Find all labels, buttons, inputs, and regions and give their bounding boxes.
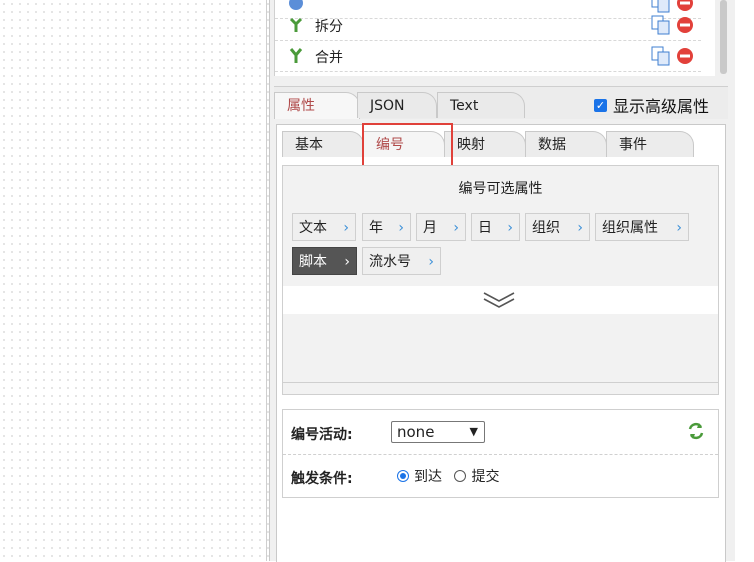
activity-label: 编号活动:: [291, 427, 353, 443]
chevron-right-icon: ›: [577, 220, 583, 236]
tab-json[interactable]: JSON: [357, 92, 437, 118]
list-item-label: 拆分: [315, 19, 343, 35]
expand-bar[interactable]: [283, 286, 718, 314]
numbering-segment-panel: 编号可选属性 文本 › 年 › 月 › 日 › 组织 › 组织属性 › 脚本 › 流水号 ›: [282, 165, 719, 395]
refresh-icon[interactable]: [687, 422, 705, 440]
list-item-merge[interactable]: 合并: [275, 41, 701, 72]
delete-icon[interactable]: [675, 46, 695, 66]
advanced-label: 显示高级属性: [613, 97, 710, 116]
split-icon: [289, 17, 303, 32]
trigger-label: 触发条件:: [291, 471, 353, 487]
tab-events[interactable]: 事件: [606, 131, 694, 157]
list-item-label: 合并: [315, 50, 343, 66]
chevron-right-icon: ›: [507, 220, 513, 236]
chevron-right-icon: ›: [428, 254, 434, 270]
segment-chip-org[interactable]: 组织 ›: [525, 213, 590, 241]
segment-title: 编号可选属性: [458, 181, 543, 197]
checkbox-checked-icon[interactable]: ✓: [594, 98, 607, 112]
trigger-option-submit[interactable]: 提交: [454, 469, 499, 485]
divider: [283, 382, 718, 383]
segment-chip-text[interactable]: 文本 ›: [292, 213, 356, 241]
merge-icon: [289, 48, 303, 63]
chevron-down-icon: ▼: [469, 425, 478, 438]
delete-icon[interactable]: [675, 15, 695, 35]
form-row-activity: 编号活动: none ▼: [283, 410, 718, 455]
chevron-right-icon: ›: [676, 220, 682, 236]
segment-chip-day[interactable]: 日 ›: [471, 213, 520, 241]
chevron-right-icon: ›: [343, 220, 349, 236]
copy-icon[interactable]: [650, 15, 672, 35]
segment-chip-org-attr[interactable]: 组织属性 ›: [595, 213, 689, 241]
list-item-split[interactable]: 拆分: [275, 10, 701, 41]
tab-data[interactable]: 数据: [525, 131, 607, 157]
double-chevron-down-icon[interactable]: [483, 290, 515, 310]
list-scrollbar[interactable]: [720, 0, 727, 74]
advanced-toggle[interactable]: ✓ 显示高级属性: [594, 93, 709, 117]
radio-selected-icon[interactable]: [397, 470, 409, 482]
tab-text[interactable]: Text: [437, 92, 525, 118]
node-list: 拆分 合并: [274, 0, 715, 76]
segment-chip-year[interactable]: 年 ›: [362, 213, 411, 241]
canvas-divider: [266, 0, 267, 561]
chevron-right-icon: ›: [453, 220, 459, 236]
tab-basic[interactable]: 基本: [282, 131, 364, 157]
right-strip: [735, 0, 754, 561]
segment-chip-month[interactable]: 月 ›: [416, 213, 466, 241]
radio-icon[interactable]: [454, 470, 467, 482]
activity-select[interactable]: none ▼: [391, 421, 485, 443]
chevron-right-icon: ›: [344, 254, 350, 270]
numbering-form: 编号活动: none ▼ 触发条件: 到达 提交: [282, 409, 719, 498]
tab-properties[interactable]: 属性: [274, 92, 360, 119]
segment-chip-serial[interactable]: 流水号 ›: [362, 247, 441, 275]
chevron-right-icon: ›: [398, 220, 404, 236]
segment-chip-script[interactable]: 脚本 ›: [292, 247, 357, 275]
trigger-option-arrive[interactable]: 到达: [397, 469, 442, 485]
tab-mapping[interactable]: 映射: [444, 131, 526, 157]
copy-icon[interactable]: [650, 46, 672, 66]
trigger-radio-group: 到达 提交: [397, 466, 507, 486]
